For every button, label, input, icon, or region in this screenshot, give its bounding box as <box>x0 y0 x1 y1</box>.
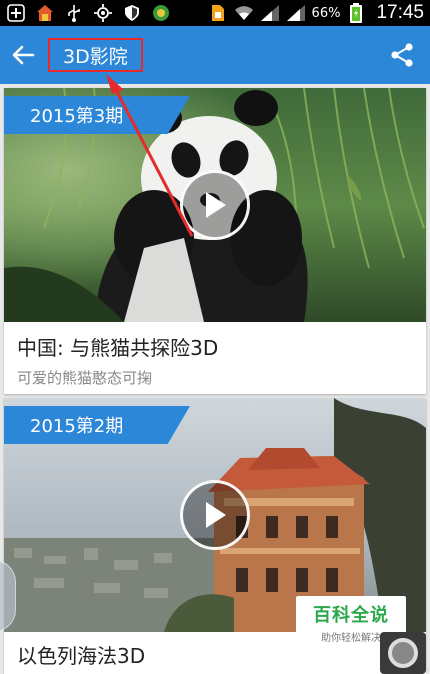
watermark-subtitle: 助你轻松解决 <box>321 632 381 644</box>
app-icon-2 <box>151 4 171 22</box>
battery-percent: 66% <box>311 5 341 21</box>
app-icon <box>35 4 55 22</box>
video-feed[interactable]: 2015第3期 中国: 与熊猫共探险3D 可爱的熊猫憨态可掬 2015第2期 以… <box>0 84 430 674</box>
add-icon <box>6 4 26 22</box>
signal-icon <box>260 4 280 22</box>
arrow-left-icon <box>12 45 35 65</box>
video-thumbnail[interactable]: 2015第3期 <box>4 88 426 322</box>
floating-assistive-button[interactable] <box>380 632 426 674</box>
status-clock: 17:45 <box>376 2 424 23</box>
play-button[interactable] <box>180 480 250 550</box>
back-button[interactable] <box>0 26 46 84</box>
shield-icon <box>122 4 142 22</box>
video-description: 可爱的熊猫憨态可掬 <box>17 369 153 387</box>
signal-icon-2 <box>286 4 306 22</box>
play-button[interactable] <box>180 170 250 240</box>
issue-badge: 2015第3期 <box>4 96 190 134</box>
wifi-icon <box>234 4 254 22</box>
assistive-ring-icon <box>388 638 418 668</box>
app-bar: 3D影院 <box>0 26 430 84</box>
play-icon <box>206 502 226 528</box>
battery-icon <box>346 3 366 23</box>
status-bar: 66% 17:45 <box>0 0 430 26</box>
video-title[interactable]: 中国: 与熊猫共探险3D <box>17 332 218 361</box>
status-bar-system: 66% 17:45 <box>208 2 424 24</box>
video-card[interactable]: 2015第3期 中国: 与熊猫共探险3D 可爱的熊猫憨态可掬 <box>4 88 426 394</box>
status-bar-notifications <box>6 4 171 22</box>
sim-icon <box>208 4 228 22</box>
gps-icon <box>93 4 113 22</box>
watermark-title: 百科全说 <box>313 604 389 626</box>
issue-badge: 2015第2期 <box>4 406 190 444</box>
play-icon <box>206 192 226 218</box>
page-title: 3D影院 <box>63 45 128 68</box>
title-highlight-box: 3D影院 <box>48 38 143 72</box>
usb-icon <box>64 4 84 22</box>
share-icon <box>391 43 413 67</box>
share-button[interactable] <box>374 26 430 84</box>
video-title[interactable]: 以色列海法3D <box>17 640 145 669</box>
